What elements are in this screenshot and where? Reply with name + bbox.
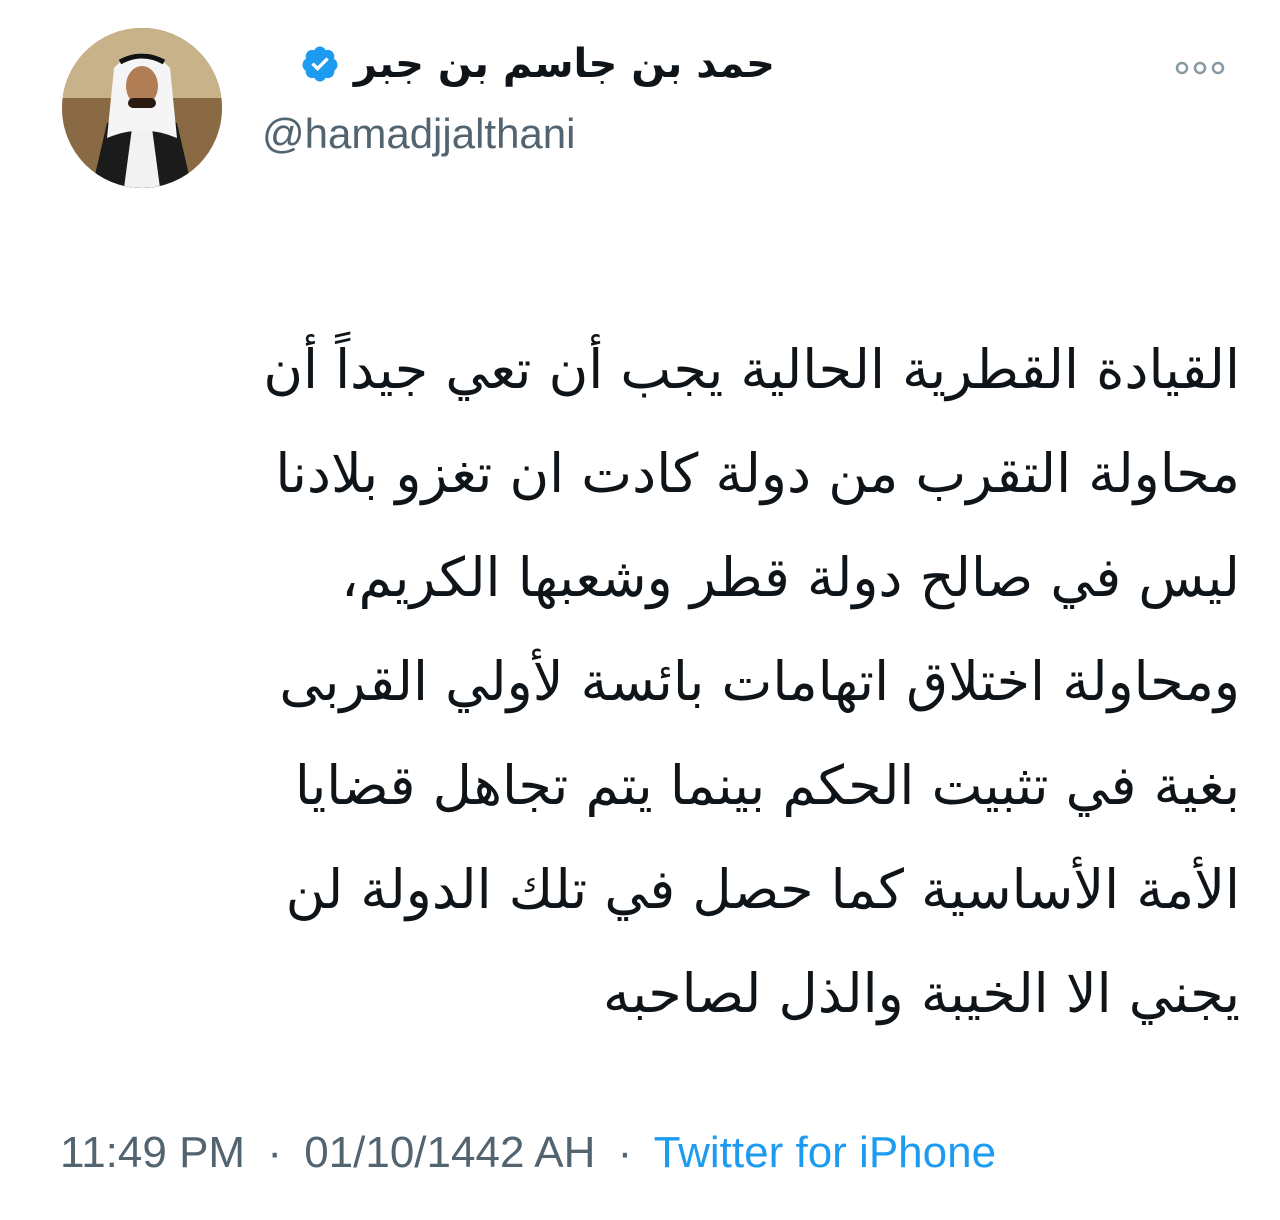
author-avatar[interactable] <box>62 28 222 188</box>
tweet-card: حمد بن جاسم بن جبر @hamadjjalthani القيا… <box>0 0 1280 1220</box>
tweet-line: محاولة التقرب من دولة كادت ان تغزو بلادن… <box>275 442 1240 505</box>
author-display-name[interactable]: حمد بن جاسم بن جبر <box>354 44 775 84</box>
meta-separator: · <box>617 1128 633 1177</box>
more-options-button[interactable] <box>1170 48 1230 88</box>
tweet-line: الأمة الأساسية كما حصل في تلك الدولة لن <box>285 858 1240 921</box>
tweet-line: القيادة القطرية الحالية يجب أن تعي جيداً… <box>263 338 1240 401</box>
meta-separator: · <box>267 1128 282 1177</box>
tweet-line: ومحاولة اختلاق اتهامات بائسة لأولي القرب… <box>279 650 1240 713</box>
tweet-time[interactable]: 11:49 PM <box>60 1128 245 1177</box>
tweet-line: ليس في صالح دولة قطر وشعبها الكريم، <box>341 546 1240 609</box>
tweet-metadata: 11:49 PM · 01/10/1442 AH · Twitter for i… <box>60 1128 996 1178</box>
ellipsis-horizontal-icon <box>1175 61 1225 75</box>
author-handle[interactable]: @hamadjjalthani <box>262 110 575 158</box>
tweet-line: بغية في تثبيت الحكم بينما يتم تجاهل قضاي… <box>294 754 1240 817</box>
verified-badge-icon <box>300 44 340 84</box>
author-name-row: حمد بن جاسم بن جبر <box>300 44 775 84</box>
tweet-text: القيادة القطرية الحالية يجب أن تعي جيداً… <box>60 318 1240 1046</box>
tweet-date[interactable]: 01/10/1442 AH <box>304 1128 595 1177</box>
tweet-source-link[interactable]: Twitter for iPhone <box>654 1128 996 1177</box>
tweet-line: يجني الا الخيبة والذل لصاحبه <box>603 962 1240 1025</box>
profile-photo-icon <box>62 28 222 188</box>
